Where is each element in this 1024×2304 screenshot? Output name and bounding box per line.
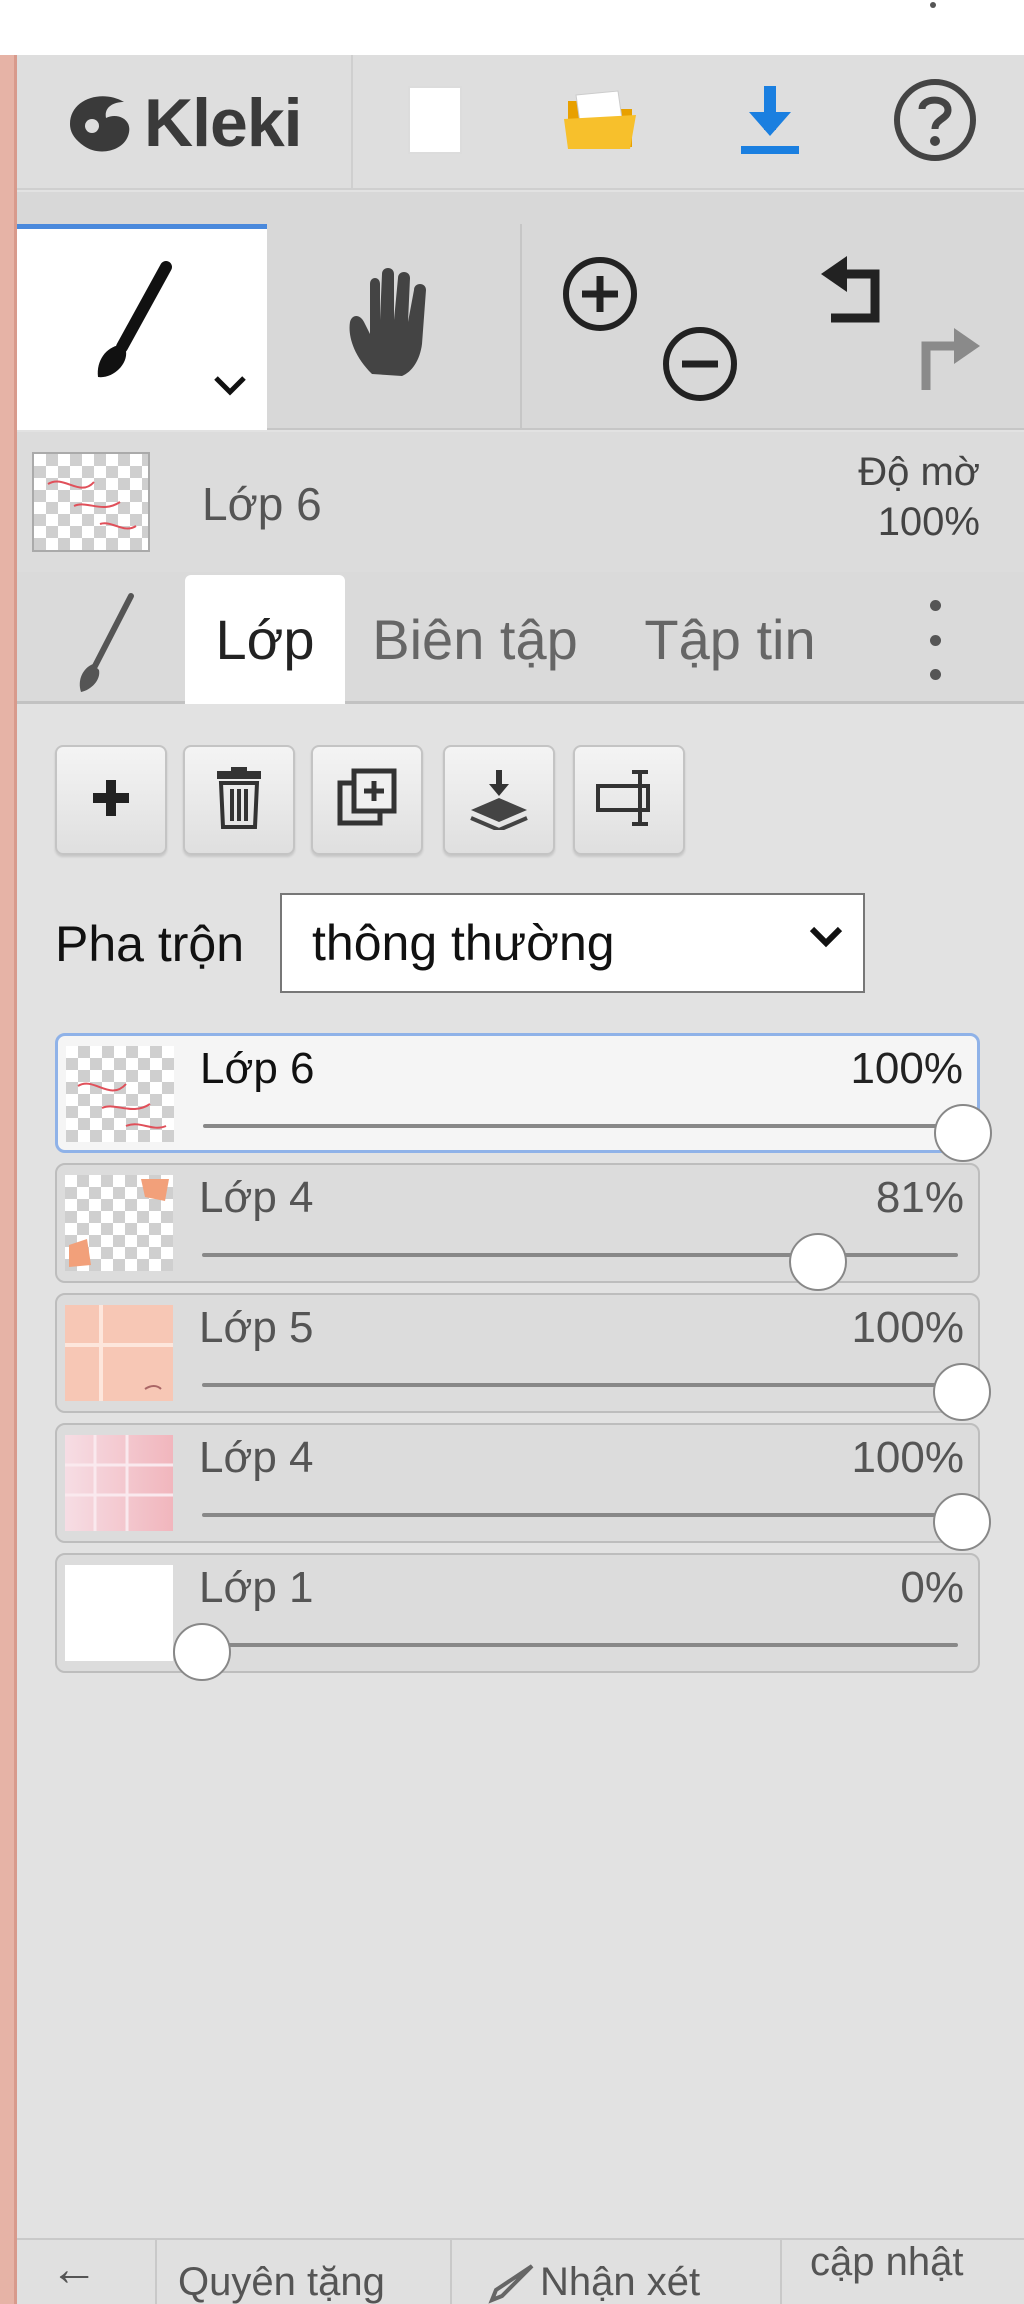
app-name: Kleki [144,84,303,161]
brush-tool[interactable] [17,224,267,430]
history-tools [773,224,1024,430]
chevron-down-icon [808,925,844,954]
layer-name: Lớp 4 [199,1173,314,1222]
layer-opacity-handle[interactable] [933,1493,991,1551]
layer-opacity-slider[interactable] [202,1383,958,1387]
delete-layer-button[interactable] [183,745,295,855]
help-icon [892,77,978,168]
layer-opacity-value: 81% [875,1173,964,1222]
layer-thumbnail [66,1046,174,1142]
delete-layer-icon [213,766,265,834]
duplicate-layer-icon [336,767,398,834]
layer-name: Lớp 6 [200,1044,315,1093]
layer-row[interactable]: Lớp 4 81% [55,1163,980,1291]
blend-mode-value: thông thường [312,915,615,971]
layer-name: Lớp 4 [199,1433,314,1482]
layer-row[interactable]: Lớp 4 100% [55,1423,991,1551]
new-document-icon [405,83,465,162]
donate-link[interactable]: Quyên tặng [178,2238,438,2304]
brush-settings-icon [65,590,145,705]
pen-icon [488,2262,538,2304]
current-layer-thumbnail [32,452,150,552]
update-link[interactable]: cập nhật [810,2238,1010,2304]
tab-file[interactable]: Tập tin [630,575,830,704]
layer-opacity-slider[interactable] [203,1124,957,1128]
layer-thumbnail [65,1175,173,1271]
tab-edit[interactable]: Biên tập [355,575,595,704]
back-button[interactable]: ← [50,2238,140,2304]
dot [929,600,941,611]
layer-opacity-handle[interactable] [933,1363,991,1421]
merge-down-button[interactable] [443,745,555,855]
merge-down-icon [467,766,531,835]
opacity-label: Độ mờ [858,450,980,494]
dot [929,634,941,646]
layer-opacity-slider[interactable] [202,1643,958,1647]
layer-name: Lớp 5 [199,1303,314,1352]
open-image-button[interactable] [545,70,655,175]
duplicate-layer-button[interactable] [311,745,423,855]
blend-mode-label: Pha trộn [55,916,245,972]
divider [155,2240,157,2304]
layer-row[interactable]: Lớp 6 100% [55,1033,992,1162]
layer-opacity-value: 100% [851,1303,964,1352]
layer-thumbnail [65,1565,173,1661]
divider [780,2240,782,2304]
zoom-in-icon[interactable] [560,254,640,339]
zoom-out-icon[interactable] [660,324,740,409]
tab-layers[interactable]: Lớp [185,575,345,704]
layer-opacity-slider[interactable] [202,1513,958,1517]
add-layer-button[interactable] [55,745,167,855]
help-button[interactable] [880,70,990,175]
feedback-link[interactable]: Nhận xét [540,2238,780,2304]
kleki-logo-icon [62,84,140,162]
chevron-down-icon[interactable] [212,374,248,403]
save-image-button[interactable] [715,70,825,175]
app-logo[interactable]: Kleki [17,55,353,190]
layer-name: Lớp 1 [199,1563,314,1612]
rename-layer-button[interactable] [573,745,685,855]
hand-icon [342,264,442,389]
download-icon [733,80,807,165]
layer-opacity-value: 0% [900,1563,964,1612]
redo-icon[interactable] [908,324,988,405]
layer-opacity-handle[interactable] [173,1623,231,1681]
window-icon [0,0,1024,55]
layer-thumbnail [65,1305,173,1401]
hand-tool[interactable] [267,224,520,430]
dot [929,669,941,680]
layer-thumbnail [65,1435,173,1531]
layer-opacity-handle[interactable] [788,1233,847,1291]
layer-row[interactable]: Lớp 1 0% [55,1553,980,1681]
undo-icon[interactable] [813,256,893,337]
layer-opacity-handle[interactable] [934,1104,992,1162]
add-layer-icon [89,776,133,825]
layer-opacity-value: 100% [850,1044,963,1093]
rename-layer-icon [594,768,664,833]
layer-row[interactable]: Lớp 5 100% [55,1293,991,1421]
divider [450,2240,452,2304]
layer-opacity-value: 100% [851,1433,964,1482]
folder-icon [560,85,640,160]
blend-mode-select[interactable]: thông thường [280,893,865,993]
current-layer-name: Lớp 6 [202,478,322,530]
zoom-tool [520,224,773,430]
tab-brush[interactable] [40,580,180,704]
brush-icon [82,261,182,396]
more-menu-button[interactable] [905,600,965,680]
opacity-value: 100% [877,500,980,544]
dot-indicator [930,2,936,8]
new-image-button[interactable] [380,70,490,175]
